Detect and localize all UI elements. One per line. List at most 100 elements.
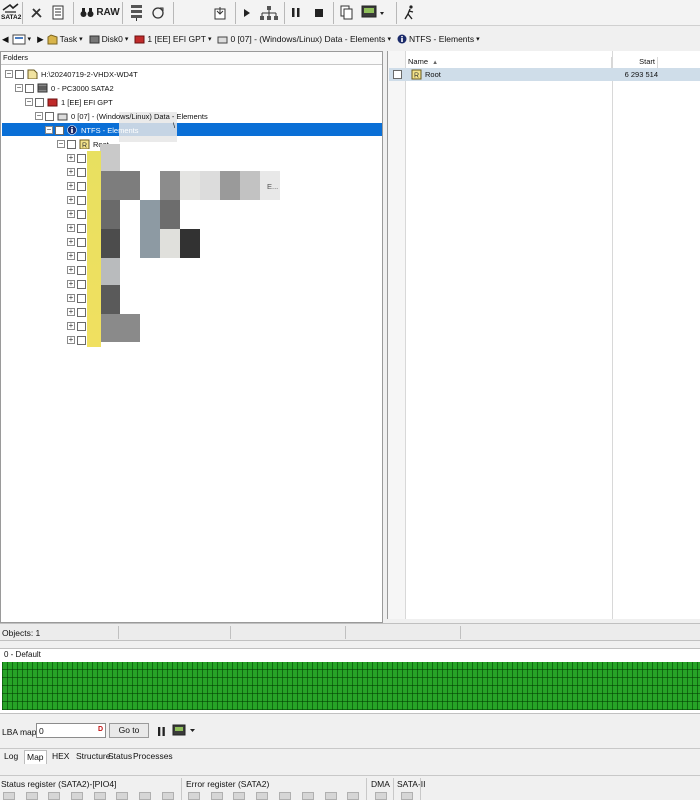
column-name-label: Name [408,57,429,66]
collapse-icon[interactable]: − [57,140,65,148]
tree-checkbox[interactable] [45,111,54,121]
tab-log[interactable]: Log [2,750,20,764]
expand-icon[interactable]: + [67,252,75,260]
tab-map[interactable]: Map [24,750,47,764]
tree-checkbox[interactable] [15,69,24,79]
pause-icon[interactable] [289,2,303,23]
column-header-start[interactable]: Start [614,57,658,68]
nav-forward-icon[interactable]: ▶ [37,34,44,45]
collapse-icon[interactable]: − [45,126,53,134]
monitor-icon[interactable] [360,2,386,23]
script-icon[interactable] [50,2,66,23]
breadcrumb-partition[interactable]: 1 [EE] EFI GPT ▾ [134,34,214,44]
stop-icon[interactable] [312,2,326,23]
column-header-name[interactable]: Name ▲ [408,57,612,68]
tree-checkbox[interactable] [77,279,86,289]
drive-icon [57,113,68,121]
tree-checkbox[interactable] [55,125,64,135]
expand-icon[interactable]: + [67,154,75,162]
lba-input[interactable]: 0 D [36,723,106,738]
expand-icon[interactable]: + [67,238,75,246]
play-icon[interactable] [240,2,254,23]
tree-checkbox[interactable] [77,265,86,275]
expand-icon[interactable]: + [67,280,75,288]
tree-checkbox[interactable] [25,83,34,93]
expand-icon[interactable]: + [67,336,75,344]
tree-node-image[interactable]: − H:\20240719-2-VHDX-WD4T [5,67,138,81]
expand-icon[interactable]: + [67,308,75,316]
tree-label-image: H:\20240719-2-VHDX-WD4T [41,69,138,79]
nav-back-icon[interactable]: ◀ [2,34,9,45]
expand-icon[interactable]: + [67,210,75,218]
expand-icon[interactable]: + [67,294,75,302]
tree-checkbox[interactable] [77,167,86,177]
redacted-block [240,171,260,200]
task-icon [47,33,58,44]
tree-checkbox[interactable] [77,209,86,219]
redacted-block [220,171,240,200]
drive-icon [217,36,228,43]
file-name: Root [425,70,441,79]
tree-checkbox[interactable] [35,97,44,107]
map-view-icon[interactable] [172,724,198,739]
tree-checkbox[interactable] [77,181,86,191]
breadcrumb-task[interactable]: Task ▾ [47,33,86,45]
tree-node-efi[interactable]: − 1 [EE] EFI GPT [25,95,113,109]
redacted-block [180,171,200,200]
breadcrumb-disk[interactable]: Disk0 ▾ [89,34,132,44]
goto-button[interactable]: Go to [109,723,149,738]
tree-checkbox[interactable] [77,307,86,317]
breadcrumb-volume[interactable]: 0 [07] - (Windows/Linux) Data - Elements… [217,34,393,44]
tree-node-volume[interactable]: − 0 [07] - (Windows/Linux) Data - Elemen… [35,109,208,123]
row-checkbox[interactable] [393,70,402,79]
run-icon[interactable] [402,2,416,23]
collapse-icon[interactable]: − [15,84,23,92]
tree-node-ntfs[interactable]: − NTFS - Elements [45,123,139,137]
tab-processes[interactable]: Processes [131,750,175,764]
lba-controls: LBA map 0 D Go to [0,720,700,742]
tree-checkbox[interactable] [77,251,86,261]
root-folder-icon: R [411,69,422,80]
file-row[interactable]: R Root 6 293 514 [389,68,700,81]
tree-checkbox[interactable] [77,335,86,345]
obscured-fragment: E... [267,182,279,191]
binoculars-icon[interactable] [79,2,95,23]
tree-checkbox[interactable] [77,153,86,163]
expand-icon[interactable]: + [67,224,75,232]
collapse-icon[interactable]: − [25,98,33,106]
collapse-icon[interactable]: − [5,70,13,78]
partition-icon [134,35,145,44]
refresh-icon[interactable] [150,2,166,23]
tab-hex[interactable]: HEX [50,750,71,764]
expand-icon[interactable]: + [67,322,75,330]
export-icon[interactable] [212,2,228,23]
tree-checkbox[interactable] [77,223,86,233]
lba-map-grid[interactable] [2,662,700,710]
tree-checkbox[interactable] [77,293,86,303]
redacted-block [140,200,160,258]
tree-checkbox[interactable] [77,195,86,205]
tree-checkbox[interactable] [77,321,86,331]
collapse-icon[interactable]: − [35,112,43,120]
tools-icon[interactable] [28,2,44,23]
register-led [211,792,223,800]
tree-checkbox[interactable] [77,237,86,247]
map-pause-icon[interactable] [158,727,166,738]
redacted-block [160,229,180,258]
expand-icon[interactable]: + [67,266,75,274]
hdd-stack-icon[interactable] [128,2,144,23]
tab-status[interactable]: Status [106,750,134,764]
expand-icon[interactable]: + [67,182,75,190]
expand-icon[interactable]: + [67,168,75,176]
tree-node-pc3000[interactable]: − 0 - PC3000 SATA2 [15,81,114,95]
tree-checkbox[interactable] [67,139,76,149]
copy-icon[interactable] [338,2,354,23]
redacted-block [100,229,120,258]
raw-button[interactable]: RAW [96,2,119,23]
breadcrumb-root[interactable]: ▾ [12,34,35,45]
sata-logo[interactable]: SATA2 [1,2,21,23]
breadcrumb-fs[interactable]: NTFS - Elements ▾ [397,34,483,44]
decimal-mode-icon[interactable]: D [98,726,103,733]
expand-icon[interactable]: + [67,196,75,204]
tree-icon[interactable] [258,2,280,23]
